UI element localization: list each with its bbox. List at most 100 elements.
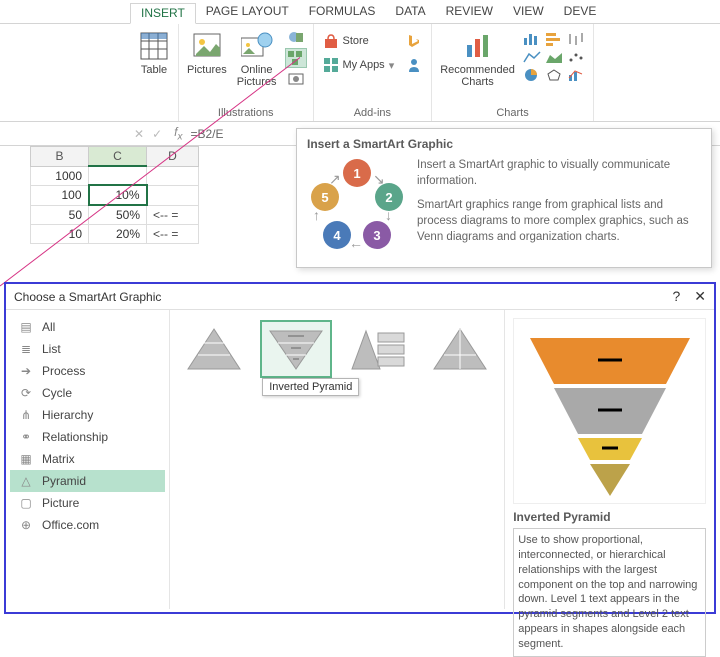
worksheet-grid[interactable]: B C D 1000 10010% 5050%<-- = 1020%<-- = xyxy=(30,146,199,244)
hierarchy-icon: ⋔ xyxy=(18,408,34,422)
pyramid-icon: △ xyxy=(18,474,34,488)
cell[interactable]: 100 xyxy=(31,185,89,205)
group-addins: Store My Apps ▾ Add-ins xyxy=(314,24,433,121)
col-header-b[interactable]: B xyxy=(31,147,89,167)
pie-chart-icon[interactable] xyxy=(523,68,543,84)
tab-data[interactable]: DATA xyxy=(385,2,435,23)
stock-chart-icon[interactable] xyxy=(567,32,587,48)
table-icon xyxy=(138,30,170,62)
store-label: Store xyxy=(343,35,369,47)
cat-hierarchy[interactable]: ⋔Hierarchy xyxy=(10,404,165,426)
cat-list[interactable]: ≣List xyxy=(10,338,165,360)
cat-officecom[interactable]: ⊕Office.com xyxy=(10,514,165,536)
scatter-chart-icon[interactable] xyxy=(567,50,587,66)
cell[interactable] xyxy=(147,166,199,185)
line-chart-icon[interactable] xyxy=(523,50,543,66)
col-header-d[interactable]: D xyxy=(147,147,199,167)
pictures-button[interactable]: Pictures xyxy=(185,28,229,78)
process-icon: ➔ xyxy=(18,364,34,378)
thumbs-pane: Inverted Pyramid xyxy=(170,310,504,609)
tab-developer[interactable]: DEVE xyxy=(554,2,607,23)
smartart-dialog: Choose a SmartArt Graphic ? ✕ ▤All ≣List… xyxy=(4,282,716,614)
area-chart-icon[interactable] xyxy=(545,50,565,66)
cell[interactable]: 10 xyxy=(31,225,89,244)
cat-cycle[interactable]: ⟳Cycle xyxy=(10,382,165,404)
recommended-charts-label: Recommended Charts xyxy=(440,64,515,88)
store-button[interactable]: Store xyxy=(320,32,398,50)
smartart-button[interactable] xyxy=(285,48,307,68)
cancel-icon[interactable]: ✕ xyxy=(134,127,144,141)
fx-icon[interactable]: fx xyxy=(174,125,182,142)
people-icon xyxy=(406,57,422,73)
cat-picture[interactable]: ▢Picture xyxy=(10,492,165,514)
table-button[interactable]: Table xyxy=(136,28,172,78)
bing-icon xyxy=(406,33,422,49)
cat-relationship[interactable]: ⚭Relationship xyxy=(10,426,165,448)
cat-all[interactable]: ▤All xyxy=(10,316,165,338)
cell[interactable]: <-- = xyxy=(147,225,199,244)
tab-formulas[interactable]: FORMULAS xyxy=(299,2,386,23)
col-header-c[interactable]: C xyxy=(89,147,147,167)
radar-chart-icon[interactable] xyxy=(545,68,565,84)
preview-canvas xyxy=(513,318,706,504)
shapes-button[interactable] xyxy=(285,28,307,46)
help-button[interactable]: ? xyxy=(672,288,680,305)
cell[interactable]: <-- = xyxy=(147,205,199,225)
smartart-tooltip: Insert a SmartArt Graphic 1 2 3 4 5 ↘ ↓ … xyxy=(296,128,712,268)
online-pictures-label: Online Pictures xyxy=(237,64,277,88)
dialog-title-text: Choose a SmartArt Graphic xyxy=(14,290,161,304)
cell[interactable]: 50% xyxy=(89,205,147,225)
group-addins-label: Add-ins xyxy=(320,107,426,119)
tab-insert[interactable]: INSERT xyxy=(130,3,196,24)
preview-title: Inverted Pyramid xyxy=(513,510,706,524)
group-tables: Table xyxy=(130,24,179,121)
ribbon: Table Pictures Online Pictures xyxy=(0,24,720,122)
online-pictures-button[interactable]: Online Pictures xyxy=(235,28,279,90)
shapes-icon xyxy=(288,29,304,45)
people-button[interactable] xyxy=(403,56,425,74)
cat-pyramid[interactable]: △Pyramid xyxy=(10,470,165,492)
close-button[interactable]: ✕ xyxy=(694,288,706,305)
cat-process[interactable]: ➔Process xyxy=(10,360,165,382)
myapps-icon xyxy=(323,57,339,73)
matrix-icon: ▦ xyxy=(18,452,34,466)
cell[interactable] xyxy=(147,185,199,205)
thumb-pyramid-list[interactable] xyxy=(342,320,414,378)
picture-icon xyxy=(191,30,223,62)
thumb-tooltip: Inverted Pyramid xyxy=(262,378,359,396)
cat-matrix[interactable]: ▦Matrix xyxy=(10,448,165,470)
screenshot-button[interactable] xyxy=(285,70,307,88)
combo-chart-icon[interactable] xyxy=(567,68,587,84)
enter-icon[interactable]: ✓ xyxy=(152,127,162,141)
bar-chart-icon[interactable] xyxy=(545,32,565,48)
group-illustrations: Pictures Online Pictures Illustr xyxy=(179,24,314,121)
cell[interactable]: 20% xyxy=(89,225,147,244)
cell[interactable] xyxy=(89,166,147,185)
tab-review[interactable]: REVIEW xyxy=(436,2,503,23)
formula-input[interactable]: =B2/E xyxy=(190,127,223,141)
picture-cat-icon: ▢ xyxy=(18,496,34,510)
preview-desc: Use to show proportional, interconnected… xyxy=(513,528,706,657)
cell[interactable]: 1000 xyxy=(31,166,89,185)
category-list: ▤All ≣List ➔Process ⟳Cycle ⋔Hierarchy ⚭R… xyxy=(6,310,170,609)
screenshot-icon xyxy=(288,71,304,87)
myapps-label: My Apps xyxy=(343,59,385,71)
tab-page-layout[interactable]: PAGE LAYOUT xyxy=(196,2,299,23)
dropdown-icon: ▾ xyxy=(389,59,395,72)
table-label: Table xyxy=(141,64,167,76)
group-illustrations-label: Illustrations xyxy=(185,107,307,119)
tooltip-p1: Insert a SmartArt graphic to visually co… xyxy=(417,157,701,189)
store-icon xyxy=(323,33,339,49)
tooltip-diagram: 1 2 3 4 5 ↘ ↓ ← ↑ ↗ xyxy=(307,157,407,257)
thumb-basic-pyramid[interactable] xyxy=(178,320,250,378)
column-chart-icon[interactable] xyxy=(523,32,543,48)
thumb-segmented-pyramid[interactable] xyxy=(424,320,496,378)
selected-cell[interactable]: 10% xyxy=(89,185,147,205)
cell[interactable]: 50 xyxy=(31,205,89,225)
bing-button[interactable] xyxy=(403,32,425,50)
myapps-button[interactable]: My Apps ▾ xyxy=(320,56,398,74)
thumb-inverted-pyramid[interactable] xyxy=(260,320,332,378)
tab-view[interactable]: VIEW xyxy=(503,2,554,23)
cycle-icon: ⟳ xyxy=(18,386,34,400)
recommended-charts-button[interactable]: Recommended Charts xyxy=(438,28,517,90)
